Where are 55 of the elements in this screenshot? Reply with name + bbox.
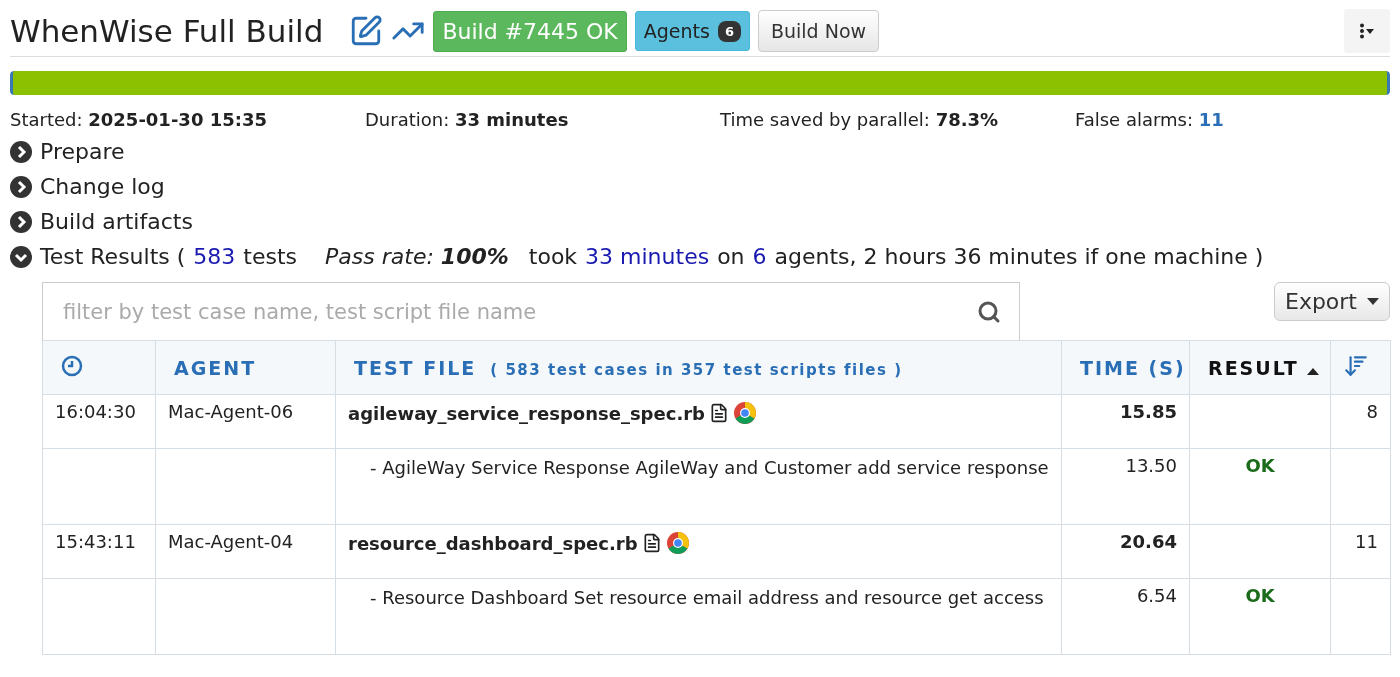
chevron-right-circle-icon[interactable] [10,140,32,163]
test-file-name[interactable]: resource_dashboard_spec.rb [348,532,638,554]
more-menu-button[interactable] [1344,9,1390,53]
section-toggle[interactable]: Build artifacts [40,209,193,234]
time-cell: 16:04:30 [55,401,136,422]
result-status: OK [1245,455,1275,476]
test-file-name[interactable]: agileway_service_response_spec.rb [348,402,705,424]
edit-icon[interactable] [349,14,384,48]
summary-text: on [717,244,745,269]
browser-icon [665,531,690,555]
build-now-button[interactable]: Build Now [757,10,880,52]
section-toggle[interactable]: Prepare [40,139,125,164]
section-toggle[interactable]: Change log [40,174,165,199]
summary-link[interactable]: 33 minutes [585,244,710,269]
case-count: 11 [1355,531,1378,552]
caret-icon [1367,297,1379,306]
summary-link[interactable]: 6 [752,244,767,269]
column-note: ( 583 test cases in 357 test scripts files ) [490,360,903,379]
time-cell: 15:43:11 [55,531,136,552]
result-status: OK [1245,585,1275,606]
build-stat: Duration: 33 minutes [365,109,569,130]
search-icon[interactable] [977,299,1001,324]
clock-icon [61,354,83,377]
summary-text: took [528,244,578,269]
page-title: WhenWise Full Build [10,13,324,49]
summary-text: Pass rate: 100% [325,244,509,269]
section-toggle[interactable]: Test Results ( [40,244,186,269]
summary-text: agents, 2 hours 36 minutes if one machine ) [774,244,1264,269]
summary-text: tests [243,244,298,269]
browser-icon [733,401,757,425]
column-header[interactable]: AGENT [174,356,257,379]
test-case-title: - AgileWay Service Response AgileWay and Customer add service response [369,456,1049,480]
build-stat: Time saved by parallel: 78.3% [720,109,999,130]
test-case-title: - Resource Dashboard Set resource email address and resource get access [369,586,1045,610]
build-stat: Started: 2025-01-30 15:35 [10,109,267,130]
chevron-down-circle-icon[interactable] [10,245,32,268]
summary-link[interactable]: 583 [193,244,236,269]
document-icon[interactable] [709,403,729,423]
agent-cell: Mac-Agent-06 [168,401,294,422]
case-count: 8 [1366,401,1378,422]
agent-cell: Mac-Agent-04 [168,531,294,552]
duration-cell: 6.54 [1136,585,1177,606]
kebab-caret-icon [1359,23,1375,39]
chevron-right-circle-icon[interactable] [10,175,32,198]
export-button[interactable]: Export [1274,282,1390,321]
duration-cell: 20.64 [1120,531,1177,552]
agents-button[interactable]: Agents 6 [634,11,750,51]
build-stat: False alarms: 11 [1075,109,1224,130]
sort-caret-icon [1307,366,1320,375]
agent-count-badge: 6 [717,20,741,42]
column-header[interactable]: TEST FILE [354,356,477,379]
duration-cell: 15.85 [1120,401,1177,422]
filter-box[interactable]: filter by test case name, test script file name [42,282,1020,340]
chevron-right-circle-icon[interactable] [10,210,32,233]
duration-cell: 13.50 [1125,455,1177,476]
